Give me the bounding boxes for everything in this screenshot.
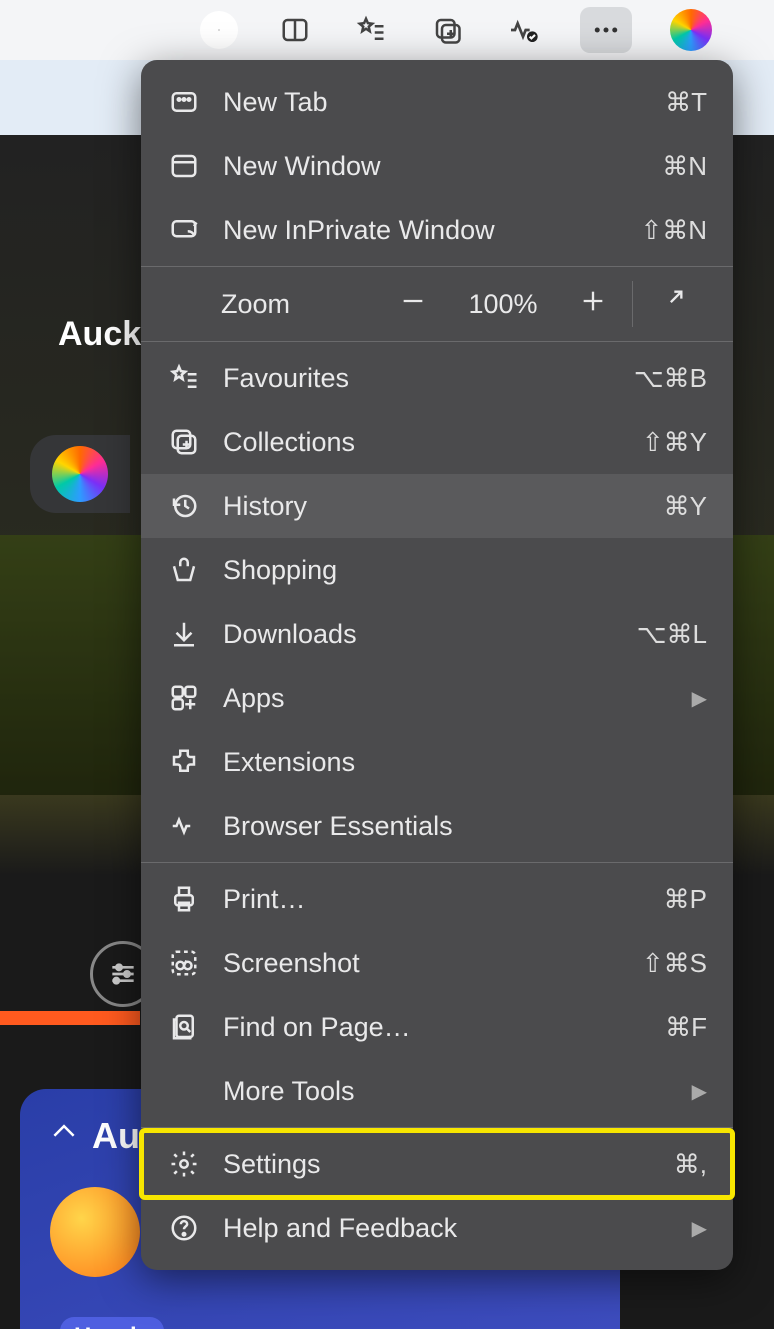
menu-item-favourites[interactable]: Favourites ⌥⌘B xyxy=(141,346,733,410)
copilot-icon[interactable] xyxy=(670,9,712,51)
menu-item-label: More Tools xyxy=(223,1076,670,1107)
copilot-side-button[interactable] xyxy=(30,435,130,513)
menu-item-label: New Tab xyxy=(223,87,643,118)
split-screen-icon[interactable] xyxy=(276,11,314,49)
menu-item-screenshot[interactable]: Screenshot ⇧⌘S xyxy=(141,931,733,995)
chevron-right-icon: ▶ xyxy=(692,1216,707,1241)
menu-item-label: Help and Feedback xyxy=(223,1213,670,1244)
menu-item-label: New Window xyxy=(223,151,640,182)
menu-item-browser-essentials[interactable]: Browser Essentials xyxy=(141,794,733,858)
menu-item-apps[interactable]: Apps ▶ xyxy=(141,666,733,730)
menu-item-new-window[interactable]: New Window ⌘N xyxy=(141,134,733,198)
essentials-icon xyxy=(167,809,201,843)
menu-item-print[interactable]: Print… ⌘P xyxy=(141,867,733,931)
zoom-row: Zoom 100% xyxy=(141,271,733,337)
accent-strip xyxy=(0,1011,140,1025)
extensions-icon xyxy=(167,745,201,779)
star-icon[interactable] xyxy=(200,11,238,49)
add-shortcut-tile[interactable]: ＋ xyxy=(30,555,110,635)
menu-item-find-on-page[interactable]: Find on Page… ⌘F xyxy=(141,995,733,1059)
main-menu: New Tab ⌘T New Window ⌘N New InPrivate Windo… xyxy=(141,60,733,1270)
favourites-list-icon[interactable] xyxy=(352,11,390,49)
new-tab-icon xyxy=(167,85,201,119)
menu-item-label: New InPrivate Window xyxy=(223,215,618,246)
menu-item-history[interactable]: History ⌘Y xyxy=(141,474,733,538)
menu-item-shortcut: ⇧⌘Y xyxy=(642,427,707,458)
menu-item-label: Downloads xyxy=(223,619,615,650)
menu-item-settings[interactable]: Settings ⌘, xyxy=(141,1132,733,1196)
menu-item-label: Shopping xyxy=(223,555,707,586)
weather-sun-icon xyxy=(50,1187,140,1277)
zoom-label: Zoom xyxy=(221,289,378,320)
history-icon xyxy=(167,489,201,523)
menu-item-new-tab[interactable]: New Tab ⌘T xyxy=(141,70,733,134)
menu-item-label: Screenshot xyxy=(223,948,620,979)
menu-item-shortcut: ⌥⌘B xyxy=(634,363,707,394)
menu-item-more-tools[interactable]: More Tools ▶ xyxy=(141,1059,733,1123)
chevron-right-icon: ▶ xyxy=(692,1079,707,1104)
menu-item-shortcut: ⌘T xyxy=(665,87,707,118)
menu-item-help-and-feedback[interactable]: Help and Feedback ▶ xyxy=(141,1196,733,1260)
menu-item-extensions[interactable]: Extensions xyxy=(141,730,733,794)
favourites-icon xyxy=(167,361,201,395)
menu-item-label: Extensions xyxy=(223,747,707,778)
menu-item-downloads[interactable]: Downloads ⌥⌘L xyxy=(141,602,733,666)
chevron-right-icon: ▶ xyxy=(692,686,707,711)
menu-item-shortcut: ⌘, xyxy=(674,1149,707,1180)
menu-item-label: Settings xyxy=(223,1149,652,1180)
shopping-icon xyxy=(167,553,201,587)
menu-item-label: Find on Page… xyxy=(223,1012,643,1043)
menu-item-label: Apps xyxy=(223,683,670,714)
menu-item-shortcut: ⌘F xyxy=(665,1012,707,1043)
menu-item-shortcut: ⌘P xyxy=(664,884,707,915)
browser-toolbar xyxy=(0,0,774,60)
settings-icon xyxy=(167,1147,201,1181)
apps-icon xyxy=(167,681,201,715)
menu-item-label: Collections xyxy=(223,427,620,458)
menu-item-shortcut: ⌘N xyxy=(662,151,707,182)
downloads-icon xyxy=(167,617,201,651)
menu-item-collections[interactable]: Collections ⇧⌘Y xyxy=(141,410,733,474)
print-icon xyxy=(167,882,201,916)
menu-item-shortcut: ⌥⌘L xyxy=(637,619,707,650)
menu-item-label: Favourites xyxy=(223,363,612,394)
hourly-chip[interactable]: Hourly xyxy=(60,1317,164,1329)
browser-essentials-icon[interactable] xyxy=(504,11,542,49)
menu-item-new-inprivate-window[interactable]: New InPrivate Window ⇧⌘N xyxy=(141,198,733,262)
menu-item-label: Browser Essentials xyxy=(223,811,707,842)
new-window-icon xyxy=(167,149,201,183)
menu-item-label: History xyxy=(223,491,642,522)
screenshot-icon xyxy=(167,946,201,980)
zoom-out-button[interactable] xyxy=(378,287,448,322)
add-shortcut-label: Add shortcut xyxy=(0,645,140,673)
menu-item-shortcut: ⌘Y xyxy=(664,491,707,522)
more-menu-button[interactable] xyxy=(580,7,632,53)
fullscreen-button[interactable] xyxy=(637,287,707,322)
find-icon xyxy=(167,1010,201,1044)
menu-item-label: Print… xyxy=(223,884,642,915)
menu-item-shortcut: ⇧⌘N xyxy=(640,215,707,246)
menu-item-shopping[interactable]: Shopping xyxy=(141,538,733,602)
menu-item-shortcut: ⇧⌘S xyxy=(642,948,707,979)
location-label: Auckl xyxy=(58,315,151,354)
more-tools-icon xyxy=(167,1074,201,1108)
collections-icon[interactable] xyxy=(428,11,466,49)
help-icon xyxy=(167,1211,201,1245)
collections-icon xyxy=(167,425,201,459)
zoom-in-button[interactable] xyxy=(558,287,628,322)
inprivate-icon xyxy=(167,213,201,247)
zoom-value: 100% xyxy=(448,289,558,320)
